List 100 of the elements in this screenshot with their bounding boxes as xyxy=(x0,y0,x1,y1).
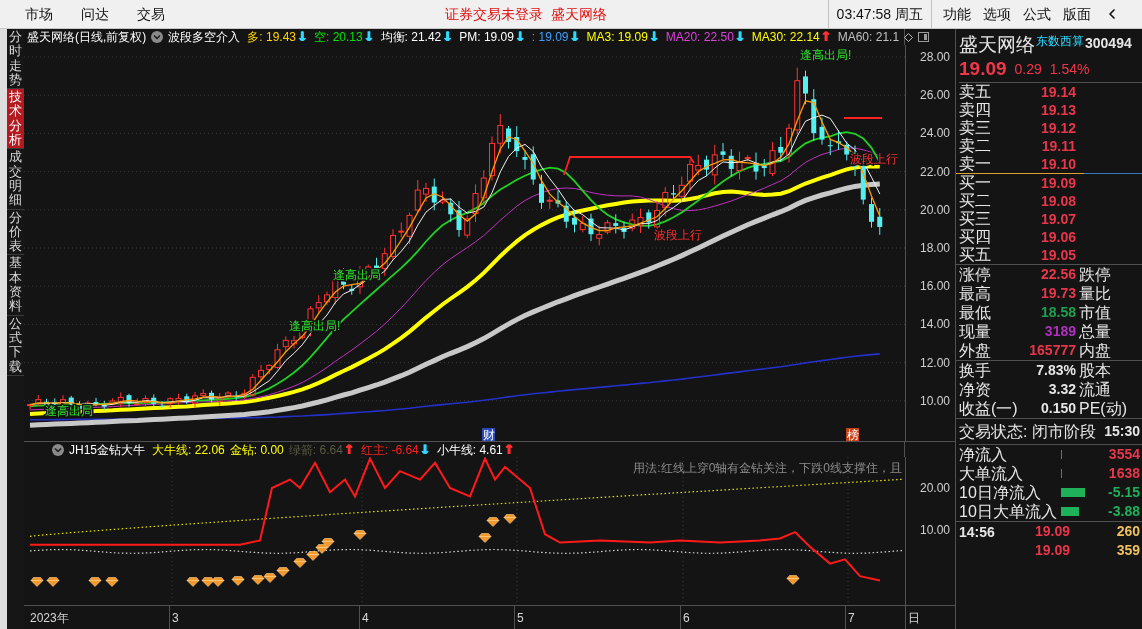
order-level-label: 卖二 xyxy=(959,137,992,155)
x-axis-label: 5 xyxy=(517,611,524,625)
stat-value: 22.56 xyxy=(1039,265,1076,284)
y-axis-label: 12.00 xyxy=(919,355,950,370)
y-axis-label: 18.00 xyxy=(919,241,950,255)
order-level-label: 买三 xyxy=(959,210,992,228)
collapse-icon[interactable] xyxy=(52,443,64,456)
tick-volume: 359 xyxy=(1116,541,1140,560)
indicator-reading: : 19.09 xyxy=(531,29,569,46)
last-price: 19.09 xyxy=(959,57,1007,82)
chart-title: 盛天网络(日线,前复权) xyxy=(27,29,147,46)
trend-arrow: ↓ xyxy=(441,30,455,44)
indicator-reading: 均衡: 21.42 xyxy=(380,29,442,46)
collapse-icon[interactable] xyxy=(151,31,164,43)
trend-arrow: ↓ xyxy=(419,442,432,457)
concept-tag[interactable]: 东数西算 xyxy=(1036,32,1084,50)
trend-arrow: ↓ xyxy=(568,30,582,44)
stat-label: 收益(一) xyxy=(959,399,1019,418)
stat-label: 跌停 xyxy=(1078,265,1111,284)
diamond-icon xyxy=(353,530,367,540)
signal-label: 波段上行 xyxy=(850,152,898,166)
stat-value: 165777 xyxy=(1028,341,1076,360)
stat-label: 净资 xyxy=(959,380,992,399)
diamond-outline-icon[interactable] xyxy=(904,32,914,42)
trend-arrow: ↓ xyxy=(296,30,309,44)
indicator-reading: 红主: -6.64 xyxy=(360,441,419,459)
status-time: 15:30 xyxy=(1104,422,1140,441)
stat-value: 7.83% xyxy=(1035,361,1076,380)
order-price: 19.08 xyxy=(1039,191,1076,211)
order-price: 19.11 xyxy=(1040,136,1076,156)
menu-item[interactable]: 问达 xyxy=(80,3,110,25)
trend-arrow: ↑ xyxy=(343,442,356,457)
y-axis-label: 10.00 xyxy=(919,393,950,408)
diamond-icon xyxy=(503,514,517,524)
sidebar-tab[interactable]: 技术分析 xyxy=(7,89,24,150)
event-marker[interactable]: 财 xyxy=(482,428,495,441)
clock-display: 03:47:58 周五 xyxy=(827,0,932,28)
stat-value: 3189 xyxy=(1043,322,1076,341)
trade-status: 交易状态: 闭市阶段 xyxy=(959,421,1096,442)
order-price: 19.09 xyxy=(1039,173,1076,193)
order-price: 19.06 xyxy=(1039,227,1076,247)
menu-item[interactable]: 交易 xyxy=(136,3,166,25)
menu-item[interactable]: 版面 xyxy=(1062,3,1092,25)
event-marker[interactable]: 榜 xyxy=(846,428,859,441)
x-axis-label: 6 xyxy=(683,611,690,625)
diamond-icon xyxy=(276,567,290,577)
trend-arrow: ↓ xyxy=(362,30,376,44)
menu-item[interactable]: 选项 xyxy=(982,3,1012,25)
order-level-label: 买一 xyxy=(959,174,992,192)
menu-item[interactable]: 功能 xyxy=(942,3,972,25)
stat-label: PE(动) xyxy=(1078,399,1127,418)
tick-volume: 260 xyxy=(1116,522,1140,541)
change-percent: 1.54% xyxy=(1049,60,1090,79)
flow-value: -3.88 xyxy=(1107,502,1140,521)
stat-label: 现量 xyxy=(959,322,992,341)
tick-time: 14:56 xyxy=(959,523,995,540)
menu-item[interactable]: 市场 xyxy=(24,3,54,25)
diamond-icon xyxy=(293,558,307,568)
tick-price: 19.09 xyxy=(1035,522,1071,541)
indicator-reading: MA30: 22.14 xyxy=(751,29,820,46)
x-axis-label: 日 xyxy=(908,611,920,625)
order-price: 19.14 xyxy=(1039,82,1076,102)
indicator-reading: PM: 19.09 xyxy=(459,29,514,46)
stat-label: 股本 xyxy=(1078,361,1111,380)
order-level-label: 卖一 xyxy=(959,155,992,173)
price-change: 0.29 xyxy=(1014,60,1042,79)
order-level-label: 卖四 xyxy=(959,101,992,119)
indicator-name: 波段多空介入 xyxy=(168,29,241,46)
stat-value: 0.150 xyxy=(1039,399,1076,418)
diamond-icon xyxy=(251,575,265,585)
diamond-icon xyxy=(231,576,245,586)
menu-item[interactable]: 公式 xyxy=(1022,3,1052,25)
indicator-reading: 大牛线: 22.06 xyxy=(152,441,225,459)
order-level-label: 卖三 xyxy=(959,119,992,137)
order-price: 19.10 xyxy=(1039,154,1076,174)
diamond-icon xyxy=(306,551,320,561)
y-axis-label: 26.00 xyxy=(919,88,950,103)
order-price: 19.13 xyxy=(1039,100,1076,120)
x-axis-label: 3 xyxy=(172,611,179,625)
trend-arrow: ↓ xyxy=(514,30,527,44)
stat-value: 18.58 xyxy=(1039,303,1076,322)
flow-label: 10日净流入 xyxy=(959,483,1042,502)
stat-label: 总量 xyxy=(1078,322,1111,341)
stat-value: 3.32 xyxy=(1047,380,1076,399)
diamond-icon xyxy=(105,577,119,587)
stat-label: 量比 xyxy=(1078,284,1111,303)
stat-label: 涨停 xyxy=(959,265,992,284)
indicator-reading: MA60: 21.1 xyxy=(837,29,900,46)
trend-arrow: ↑ xyxy=(820,30,833,44)
y-axis-label: 24.00 xyxy=(919,126,950,141)
flow-label: 大单流入 xyxy=(959,464,1024,483)
diamond-icon xyxy=(263,573,277,583)
broker-name: 盛天网络 xyxy=(551,4,607,24)
stat-label: 外盘 xyxy=(959,341,992,360)
tick-price: 19.09 xyxy=(1035,541,1071,560)
stock-code: 300494 xyxy=(1085,34,1132,53)
window-icon[interactable] xyxy=(918,32,930,42)
x-axis-label: 2023年 xyxy=(30,611,69,625)
stat-label: 换手 xyxy=(959,361,992,380)
diamond-icon xyxy=(201,577,215,587)
